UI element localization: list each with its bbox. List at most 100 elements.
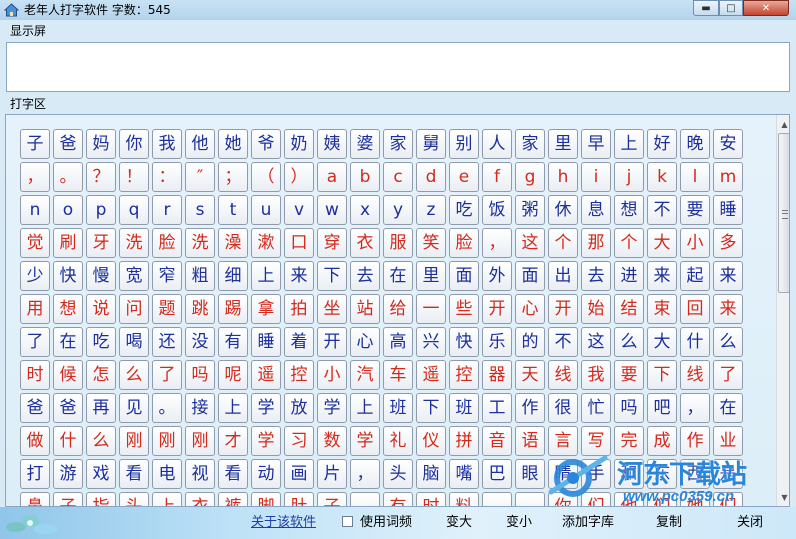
- char-key[interactable]: 那: [581, 228, 611, 258]
- char-key[interactable]: 在: [53, 327, 83, 357]
- char-key[interactable]: 面: [515, 261, 545, 291]
- char-key[interactable]: 头: [383, 459, 413, 489]
- char-key[interactable]: 肚: [284, 492, 314, 506]
- char-key[interactable]: 料: [449, 492, 479, 506]
- char-key[interactable]: 来: [647, 261, 677, 291]
- scroll-thumb[interactable]: [778, 133, 789, 293]
- char-key[interactable]: i: [581, 162, 611, 192]
- char-key[interactable]: 线: [548, 360, 578, 390]
- char-key[interactable]: 么: [713, 327, 743, 357]
- char-key[interactable]: 么: [119, 360, 149, 390]
- char-key[interactable]: u: [251, 195, 281, 225]
- char-key[interactable]: 车: [383, 360, 413, 390]
- char-key[interactable]: 上: [614, 129, 644, 159]
- char-key[interactable]: 乐: [482, 327, 512, 357]
- char-key[interactable]: 个: [614, 228, 644, 258]
- char-key[interactable]: 来: [284, 261, 314, 291]
- char-key[interactable]: 吗: [185, 360, 215, 390]
- char-key[interactable]: 这: [515, 228, 545, 258]
- char-key[interactable]: ：: [152, 162, 182, 192]
- char-key[interactable]: 音: [482, 426, 512, 456]
- char-key[interactable]: 拍: [284, 294, 314, 324]
- char-key[interactable]: 在: [383, 261, 413, 291]
- char-key[interactable]: 控: [449, 360, 479, 390]
- copy-button[interactable]: 复制: [656, 515, 682, 531]
- char-key[interactable]: 服: [383, 228, 413, 258]
- char-key[interactable]: 别: [449, 129, 479, 159]
- char-key[interactable]: ，: [680, 393, 710, 423]
- char-key[interactable]: 片: [317, 459, 347, 489]
- char-key[interactable]: 习: [284, 426, 314, 456]
- char-key[interactable]: x: [350, 195, 380, 225]
- use-phrases-label[interactable]: 使用词频: [360, 515, 412, 531]
- char-key[interactable]: 始: [581, 294, 611, 324]
- char-key[interactable]: 脸: [449, 228, 479, 258]
- char-key[interactable]: 息: [581, 195, 611, 225]
- char-key[interactable]: 刚: [119, 426, 149, 456]
- char-key[interactable]: 语: [515, 426, 545, 456]
- char-key[interactable]: 粗: [185, 261, 215, 291]
- char-key[interactable]: 时: [20, 360, 50, 390]
- char-key[interactable]: 子: [20, 129, 50, 159]
- char-key[interactable]: 妈: [86, 129, 116, 159]
- char-key[interactable]: 细: [218, 261, 248, 291]
- char-key[interactable]: e: [449, 162, 479, 192]
- char-key[interactable]: 子: [53, 492, 83, 506]
- char-key[interactable]: 给: [383, 294, 413, 324]
- char-key[interactable]: 跳: [185, 294, 215, 324]
- char-key[interactable]: 想: [53, 294, 83, 324]
- char-key[interactable]: z: [416, 195, 446, 225]
- char-key[interactable]: a: [317, 162, 347, 192]
- char-key[interactable]: 进: [614, 261, 644, 291]
- char-key[interactable]: 眼: [515, 459, 545, 489]
- char-key[interactable]: 工: [482, 393, 512, 423]
- char-key[interactable]: 想: [614, 195, 644, 225]
- char-key[interactable]: （: [251, 162, 281, 192]
- char-key[interactable]: 些: [449, 294, 479, 324]
- char-key[interactable]: 汽: [350, 360, 380, 390]
- char-key[interactable]: 里: [416, 261, 446, 291]
- char-key[interactable]: o: [53, 195, 83, 225]
- char-key[interactable]: 一: [416, 294, 446, 324]
- char-key[interactable]: 上: [218, 393, 248, 423]
- char-key[interactable]: 脚: [251, 492, 281, 506]
- char-key[interactable]: 班: [383, 393, 413, 423]
- char-key[interactable]: 吃: [449, 195, 479, 225]
- char-key[interactable]: 。: [515, 492, 545, 506]
- char-key[interactable]: 爸: [53, 393, 83, 423]
- char-key[interactable]: 窄: [152, 261, 182, 291]
- char-key[interactable]: 下: [317, 261, 347, 291]
- char-key[interactable]: 。: [53, 162, 83, 192]
- char-key[interactable]: t: [218, 195, 248, 225]
- char-key[interactable]: 好: [647, 129, 677, 159]
- char-key[interactable]: 作: [515, 393, 545, 423]
- char-key[interactable]: 打: [20, 459, 50, 489]
- char-key[interactable]: 兴: [416, 327, 446, 357]
- char-key[interactable]: 家: [515, 129, 545, 159]
- char-key[interactable]: 着: [284, 327, 314, 357]
- char-key[interactable]: 爸: [53, 129, 83, 159]
- char-key[interactable]: 刷: [53, 228, 83, 258]
- char-key[interactable]: 舅: [416, 129, 446, 159]
- char-key[interactable]: 学: [317, 393, 347, 423]
- char-key[interactable]: 早: [581, 129, 611, 159]
- char-key[interactable]: f: [482, 162, 512, 192]
- char-key[interactable]: 觉: [20, 228, 50, 258]
- char-key[interactable]: 牙: [86, 228, 116, 258]
- char-key[interactable]: 多: [713, 228, 743, 258]
- char-key[interactable]: g: [515, 162, 545, 192]
- char-key[interactable]: r: [152, 195, 182, 225]
- char-key[interactable]: 数: [317, 426, 347, 456]
- char-key[interactable]: 人: [482, 129, 512, 159]
- char-key[interactable]: 接: [185, 393, 215, 423]
- char-key[interactable]: 粥: [515, 195, 545, 225]
- char-key[interactable]: 仪: [416, 426, 446, 456]
- char-key[interactable]: 起: [680, 261, 710, 291]
- shrink-button[interactable]: 变小: [506, 515, 532, 531]
- char-key[interactable]: 饭: [482, 195, 512, 225]
- char-key[interactable]: 家: [383, 129, 413, 159]
- char-key[interactable]: 电: [152, 459, 182, 489]
- char-key[interactable]: 少: [20, 261, 50, 291]
- char-key[interactable]: 游: [53, 459, 83, 489]
- char-key[interactable]: 里: [548, 129, 578, 159]
